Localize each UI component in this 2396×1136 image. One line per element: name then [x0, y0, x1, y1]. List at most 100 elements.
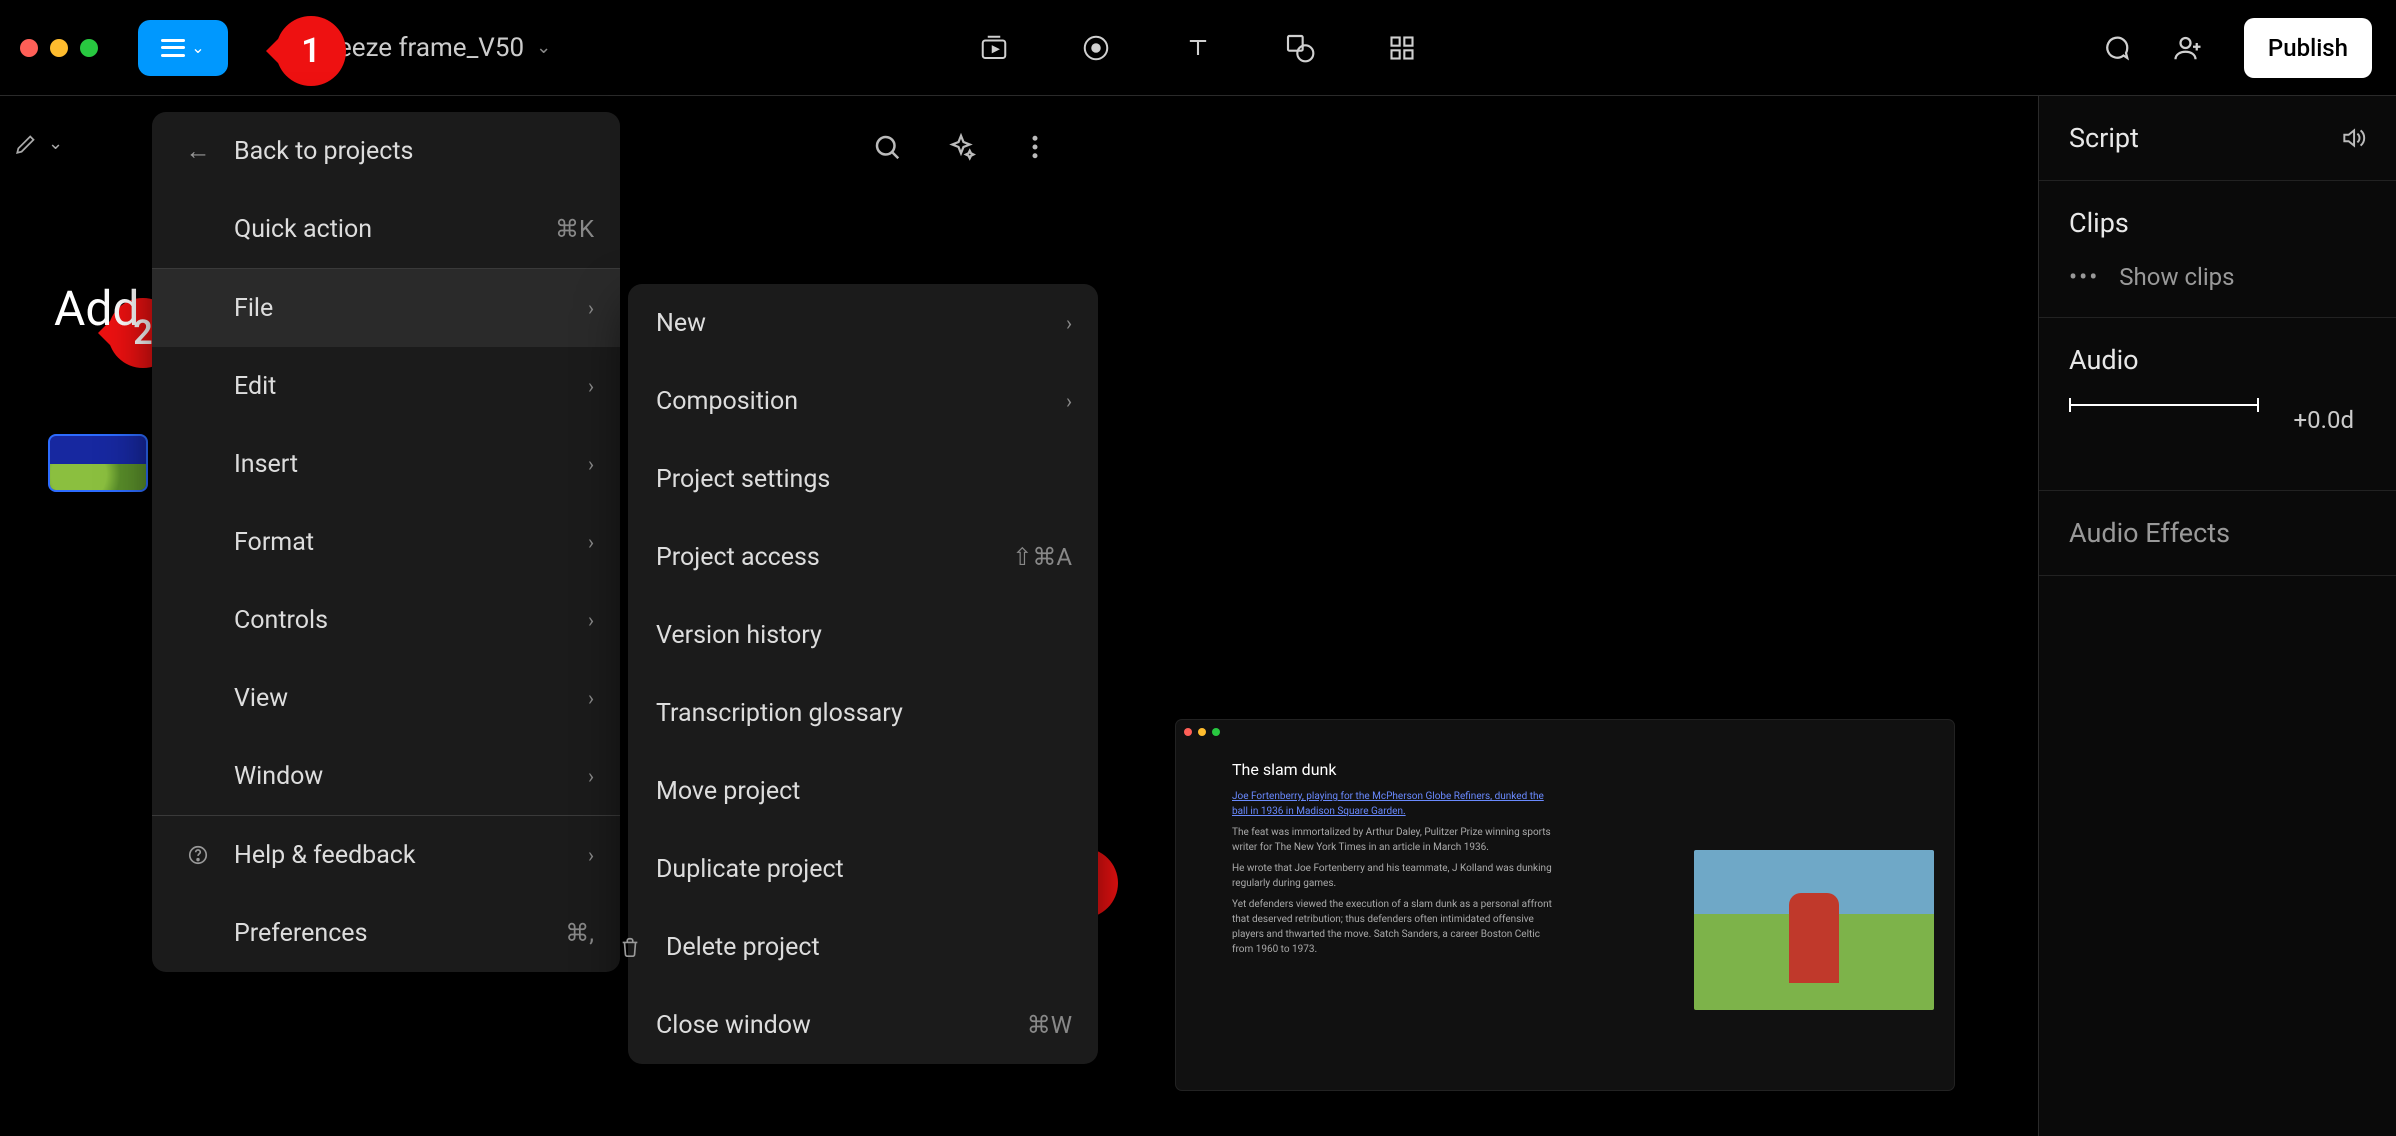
chevron-right-icon: › [588, 686, 594, 710]
submenu-delete-project[interactable]: Delete project [628, 908, 1098, 986]
menu-label: Quick action [234, 215, 372, 244]
clips-section: Clips ••• Show clips [2039, 181, 2396, 318]
chevron-right-icon: › [588, 530, 594, 554]
menu-label: Edit [234, 372, 276, 401]
script-section: Script [2039, 96, 2396, 181]
menu-label: New [656, 309, 706, 338]
text-icon[interactable] [1182, 32, 1214, 64]
submenu-close-window[interactable]: Close window ⌘W [628, 986, 1098, 1064]
menu-edit[interactable]: Edit › [152, 347, 620, 425]
submenu-version-history[interactable]: Version history [628, 596, 1098, 674]
menu-label: Help & feedback [234, 841, 416, 870]
section-title: Clips [2069, 207, 2129, 239]
grid-icon[interactable] [1386, 32, 1418, 64]
present-icon[interactable] [978, 32, 1010, 64]
chevron-right-icon: › [588, 374, 594, 398]
composition-thumbnail[interactable] [48, 434, 148, 492]
menu-view[interactable]: View › [152, 659, 620, 737]
menu-file[interactable]: File › [152, 269, 620, 347]
chevron-right-icon: › [1066, 311, 1072, 335]
publish-button[interactable]: Publish [2244, 18, 2372, 78]
menu-preferences[interactable]: Preferences ⌘, [152, 894, 620, 972]
more-vertical-icon[interactable] [1018, 130, 1052, 164]
record-icon[interactable] [1080, 32, 1112, 64]
panel-toolbar [870, 130, 1052, 164]
minimize-icon [1198, 728, 1206, 736]
audio-effects-section[interactable]: Audio Effects [2039, 491, 2396, 576]
menu-format[interactable]: Format › [152, 503, 620, 581]
chevron-right-icon: › [588, 452, 594, 476]
menu-shortcut: ⌘W [1027, 1011, 1072, 1039]
project-title-text: eeze frame_V50 [338, 33, 524, 63]
submenu-move-project[interactable]: Move project [628, 752, 1098, 830]
audio-slider[interactable] [2069, 404, 2259, 406]
topbar: ⌄ eeze frame_V50 ⌄ Publish [0, 0, 2396, 96]
audio-value: +0.0d [2294, 406, 2354, 434]
close-icon [1184, 728, 1192, 736]
menu-label: Version history [656, 621, 822, 650]
menu-quick-action[interactable]: Quick action ⌘K [152, 190, 620, 268]
menu-label: Project access [656, 543, 820, 572]
add-person-icon[interactable] [2172, 32, 2204, 64]
comment-icon[interactable] [2100, 32, 2132, 64]
sparkle-icon[interactable] [944, 130, 978, 164]
menu-label: Back to projects [234, 137, 413, 166]
submenu-project-access[interactable]: Project access ⇧⌘A [628, 518, 1098, 596]
project-title[interactable]: eeze frame_V50 ⌄ [338, 33, 551, 63]
submenu-transcription-glossary[interactable]: Transcription glossary [628, 674, 1098, 752]
menu-label: Move project [656, 777, 800, 806]
add-heading: Add [54, 280, 139, 337]
file-submenu: New › Composition › Project settings Pro… [628, 284, 1098, 1064]
search-icon[interactable] [870, 130, 904, 164]
submenu-project-settings[interactable]: Project settings [628, 440, 1098, 518]
menu-label: Close window [656, 1011, 811, 1040]
section-title: Audio Effects [2069, 517, 2230, 549]
chevron-down-icon: ⌄ [48, 133, 63, 154]
menu-back-to-projects[interactable]: ← Back to projects [152, 112, 620, 190]
help-icon [180, 844, 216, 866]
volume-icon[interactable] [2340, 125, 2366, 151]
preview-window-controls [1176, 720, 1954, 744]
chevron-right-icon: › [588, 843, 594, 867]
preview-text: He wrote that Joe Fortenberry and his te… [1232, 861, 1562, 891]
submenu-new[interactable]: New › [628, 284, 1098, 362]
preview-video-thumb [1694, 850, 1934, 1010]
fullscreen-window-icon[interactable] [80, 39, 98, 57]
menu-controls[interactable]: Controls › [152, 581, 620, 659]
menu-shortcut: ⌘, [565, 919, 594, 947]
menu-window[interactable]: Window › [152, 737, 620, 815]
menu-shortcut: ⇧⌘A [1012, 543, 1072, 571]
menu-label: View [234, 684, 288, 713]
show-clips-button[interactable]: Show clips [2119, 263, 2234, 291]
main-menu-button[interactable]: ⌄ [138, 20, 228, 76]
submenu-duplicate-project[interactable]: Duplicate project [628, 830, 1098, 908]
project-preview: The slam dunk Joe Fortenberry, playing f… [1176, 720, 1954, 1090]
menu-label: Controls [234, 606, 328, 635]
chevron-right-icon: › [588, 764, 594, 788]
submenu-composition[interactable]: Composition › [628, 362, 1098, 440]
chevron-down-icon: ⌄ [191, 38, 204, 57]
menu-insert[interactable]: Insert › [152, 425, 620, 503]
preview-text: Joe Fortenberry, playing for the McPhers… [1232, 789, 1562, 819]
edit-tool[interactable]: ⌄ [14, 130, 63, 156]
section-title: Script [2069, 122, 2139, 154]
shapes-icon[interactable] [1284, 32, 1316, 64]
preview-text: The feat was immortalized by Arthur Dale… [1232, 825, 1562, 855]
menu-label: Transcription glossary [656, 699, 903, 728]
right-toolbar: Publish [2100, 18, 2372, 78]
trash-icon [612, 936, 648, 958]
minimize-window-icon[interactable] [50, 39, 68, 57]
menu-label: Preferences [234, 919, 367, 948]
menu-label: Insert [234, 450, 298, 479]
close-window-icon[interactable] [20, 39, 38, 57]
right-sidebar: Script Clips ••• Show clips Audio +0.0d … [2038, 96, 2396, 1136]
menu-help-feedback[interactable]: Help & feedback › [152, 816, 620, 894]
menu-label: Format [234, 528, 314, 557]
preview-text: Yet defenders viewed the execution of a … [1232, 897, 1562, 957]
section-title: Audio [2069, 344, 2139, 376]
menu-label: Project settings [656, 465, 830, 494]
more-horizontal-icon[interactable]: ••• [2069, 263, 2099, 291]
audio-section: Audio +0.0d [2039, 318, 2396, 491]
arrow-left-icon: ← [180, 137, 216, 166]
main-menu: ← Back to projects Quick action ⌘K File … [152, 112, 620, 972]
